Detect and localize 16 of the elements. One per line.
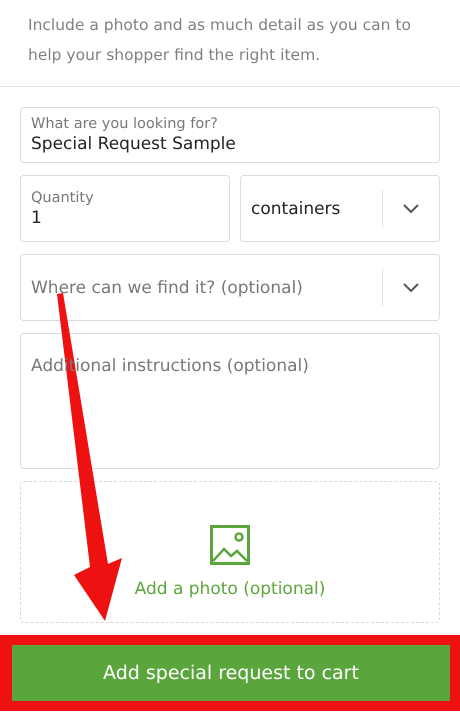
unit-dropdown[interactable]: containers [240,175,440,242]
field-label: What are you looking for? [31,116,219,132]
chevron-down-icon [403,282,419,292]
dropdown-value: containers [251,198,342,218]
field-value: 1 [31,208,43,228]
quantity-input-field[interactable]: Quantity 1 [20,175,230,242]
dropdown-placeholder: Where can we find it? (optional) [31,278,304,298]
item-input-field[interactable]: What are you looking for? Special Request Sample [20,107,440,163]
location-dropdown[interactable]: Where can we find it? (optional) [20,254,440,321]
intro-text: Include a photo and as much detail as you can to help your shopper find the right item. [0,0,460,87]
add-to-cart-button[interactable]: Add special request to cart [12,645,450,701]
image-icon [210,525,250,565]
field-label: Quantity [31,190,95,206]
chevron-down-icon [403,204,419,214]
add-photo-link[interactable]: Add a photo (optional) [134,579,326,599]
field-value: Special Request Sample [31,134,237,154]
